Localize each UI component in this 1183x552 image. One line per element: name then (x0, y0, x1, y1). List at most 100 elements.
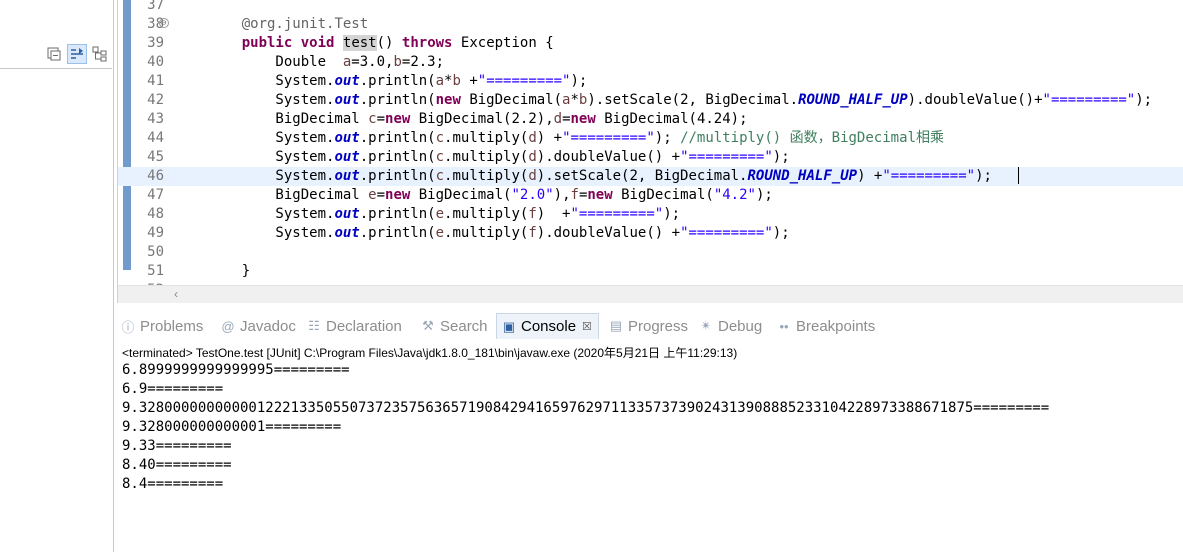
code-line[interactable]: 48 System.out.println(e.multiply(f) +"==… (118, 205, 1183, 224)
code-token: BigDecimal( (410, 187, 512, 203)
console-line: 6.9========= (122, 381, 224, 397)
code-token: .println( (359, 225, 436, 241)
code-token: ROUND_HALF_UP (747, 168, 858, 184)
tab-javadoc[interactable]: @ Javadoc (220, 313, 295, 339)
console-line: 8.40========= (122, 457, 232, 473)
code-token: new (570, 111, 596, 127)
line-number: 42 (147, 92, 164, 108)
line-number: 49 (147, 225, 164, 241)
line-number: 39 (147, 35, 164, 51)
code-line[interactable]: 37 (118, 0, 1183, 15)
code-token: .multiply( (444, 130, 529, 146)
collapse-all-icon[interactable] (44, 44, 64, 64)
close-icon[interactable]: ☒ (582, 320, 592, 333)
code-token: ) + (536, 130, 563, 146)
tab-label: Console (521, 318, 577, 335)
code-token: ); (1135, 92, 1153, 108)
code-token: .multiply( (444, 206, 529, 222)
line-number: 46 (147, 168, 164, 184)
code-token: out (334, 168, 360, 184)
problems-icon: ⓘ (121, 319, 135, 335)
code-token: "=========" (882, 168, 976, 184)
code-token: ); (755, 187, 773, 203)
code-line[interactable]: 49 System.out.println(e.multiply(f).doub… (118, 224, 1183, 243)
horizontal-scrollbar[interactable]: ‹ (118, 285, 1183, 303)
code-token: BigDecimal(4.24); (595, 111, 748, 127)
tab-progress[interactable]: ▤ Progress (608, 313, 688, 339)
code-editor[interactable]: 37 38 ⊖ @org.junit.Test 39 public void test… (117, 0, 1183, 303)
tab-console[interactable]: ▣ Console ☒ (496, 313, 599, 339)
code-token: Double (208, 54, 343, 70)
code-line[interactable]: 38 ⊖ @org.junit.Test (118, 15, 1183, 34)
code-token: = (376, 111, 386, 127)
code-text: @org.junit.Test (208, 15, 368, 34)
code-token: ) + (536, 206, 571, 222)
console-line: 6.8999999999999995========= (122, 362, 350, 378)
code-token: .println( (359, 206, 436, 222)
tab-label: Breakpoints (796, 317, 876, 335)
line-number: 43 (147, 111, 164, 127)
code-line[interactable]: 42 System.out.println(new BigDecimal(a*b… (118, 91, 1183, 110)
tab-problems[interactable]: ⓘ Problems (120, 313, 203, 339)
tab-declaration[interactable]: ☷ Declaration (306, 313, 402, 339)
code-token: new (435, 92, 461, 108)
tab-search[interactable]: ⚒ Search (420, 313, 488, 339)
console-line: 9.328000000000001========= (122, 419, 342, 435)
code-token: =3.0, (351, 54, 394, 70)
code-line[interactable]: 43 BigDecimal c=new BigDecimal(2.2),d=ne… (118, 110, 1183, 129)
code-token: .println( (359, 168, 436, 184)
code-token: System. (208, 206, 335, 222)
tab-breakpoints[interactable]: •• Breakpoints (776, 313, 875, 339)
link-editor-icon[interactable] (67, 44, 87, 64)
code-token: b (452, 73, 461, 89)
code-line[interactable]: 46 System.out.println(c.multiply(d).setS… (118, 167, 1183, 186)
code-line[interactable]: 47 BigDecimal e=new BigDecimal("2.0"),f=… (118, 186, 1183, 205)
code-line[interactable]: 39 public void test() throws Exception { (118, 34, 1183, 53)
code-token: d (528, 130, 537, 146)
progress-icon: ▤ (609, 318, 623, 333)
text-caret (1018, 167, 1019, 184)
code-token: e (435, 206, 445, 222)
code-text: System.out.println(e.multiply(f) +"=====… (208, 205, 680, 224)
fold-toggle-icon[interactable]: ⊖ (159, 18, 169, 28)
tab-debug[interactable]: ✴ Debug (698, 313, 763, 339)
tab-label: Problems (140, 317, 204, 335)
code-area[interactable]: 37 38 ⊖ @org.junit.Test 39 public void test… (118, 0, 1183, 285)
code-token: =2.3; (401, 54, 445, 70)
code-token: Exception { (452, 35, 554, 51)
code-token: + (460, 73, 478, 89)
code-line[interactable]: 45 System.out.println(c.multiply(d).doub… (118, 148, 1183, 167)
code-line[interactable]: 50 (118, 243, 1183, 262)
console-line: 9.32800000000000122213350550737235756365… (122, 400, 1050, 416)
code-token: @org.junit. (241, 16, 335, 32)
code-token: d (528, 149, 537, 165)
code-line[interactable]: 40 Double a=3.0,b=2.3; (118, 53, 1183, 72)
tab-label: Search (440, 317, 488, 335)
hierarchy-icon[interactable] (90, 44, 110, 64)
code-line[interactable]: 51 } (118, 262, 1183, 281)
code-token: ); (663, 206, 681, 222)
code-line[interactable]: 44 System.out.println(c.multiply(d) +"==… (118, 129, 1183, 148)
code-token: BigDecimal(2.2), (410, 111, 554, 127)
code-text: System.out.println(c.multiply(d) +"=====… (208, 129, 944, 148)
console-output[interactable]: 6.8999999999999995========= 6.9========= 9… (122, 361, 1049, 494)
code-token: f (570, 187, 579, 203)
code-token: * (570, 92, 579, 108)
scroll-left-arrow-icon[interactable]: ‹ (174, 286, 178, 302)
code-line[interactable]: 41 System.out.println(a*b +"========="); (118, 72, 1183, 91)
line-number: 48 (147, 206, 164, 222)
code-token: BigDecimal( (460, 92, 563, 108)
view-tabs: ⓘ Problems @ Javadoc ☷ Declaration ⚒ Search ▣ Con… (114, 313, 1183, 339)
code-token: = (376, 187, 386, 203)
code-text: } (208, 262, 250, 281)
code-token: BigDecimal (208, 187, 369, 203)
line-number: 41 (147, 73, 164, 89)
bottom-panel: ⓘ Problems @ Javadoc ☷ Declaration ⚒ Search ▣ Con… (114, 303, 1183, 552)
code-token: ROUND_HALF_UP (798, 92, 908, 108)
code-token: out (334, 225, 360, 241)
code-token: c (435, 168, 445, 184)
code-token: public (241, 35, 293, 51)
code-token: c (435, 149, 445, 165)
